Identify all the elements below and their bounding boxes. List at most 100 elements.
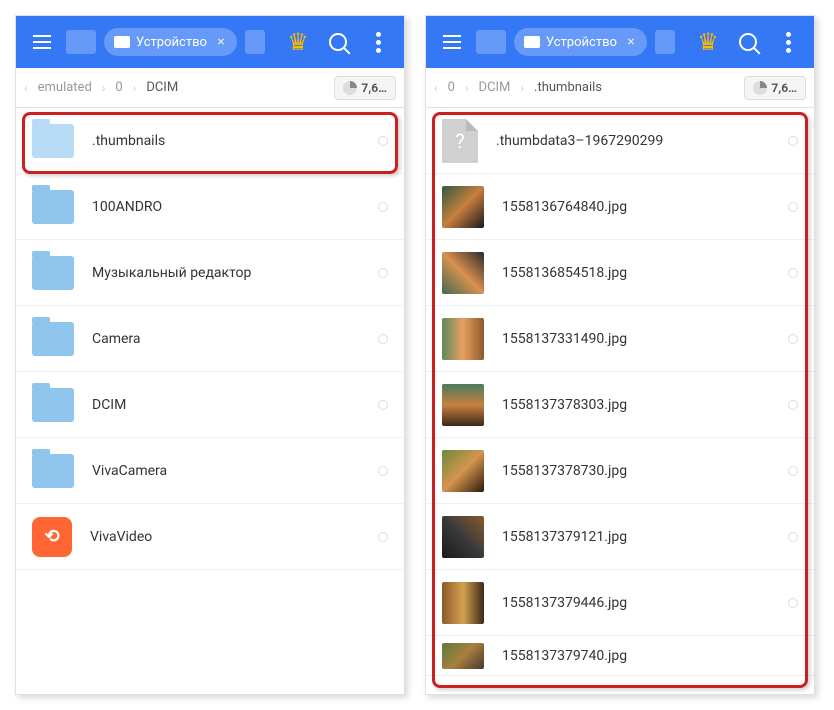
select-check[interactable] bbox=[788, 466, 798, 476]
storage-badge[interactable]: 7,6… bbox=[744, 76, 806, 100]
select-check[interactable] bbox=[788, 532, 798, 542]
menu-button[interactable] bbox=[26, 26, 58, 58]
file-name: DCIM bbox=[92, 397, 360, 413]
select-check[interactable] bbox=[378, 136, 388, 146]
file-item[interactable]: 1558136854518.jpg bbox=[426, 240, 814, 306]
file-name: 1558137379446.jpg bbox=[502, 595, 770, 611]
file-item[interactable]: VivaCamera bbox=[16, 438, 404, 504]
premium-button[interactable]: ♛ bbox=[282, 26, 314, 58]
search-icon bbox=[329, 33, 347, 51]
file-name: 1558137379121.jpg bbox=[502, 529, 770, 545]
file-item[interactable]: Camera bbox=[16, 306, 404, 372]
more-button[interactable] bbox=[772, 26, 804, 58]
select-check[interactable] bbox=[788, 400, 798, 410]
hamburger-icon bbox=[443, 35, 461, 49]
chevron-right-icon: › bbox=[520, 81, 524, 95]
file-item[interactable]: DCIM bbox=[16, 372, 404, 438]
more-icon bbox=[376, 32, 381, 53]
file-name: 1558137379740.jpg bbox=[502, 648, 798, 664]
chevron-right-icon: › bbox=[102, 81, 106, 95]
close-tab-button[interactable]: × bbox=[213, 34, 229, 50]
select-check[interactable] bbox=[378, 202, 388, 212]
select-check[interactable] bbox=[378, 268, 388, 278]
breadcrumb: ‹ emulated › 0 › DCIM 7,6… bbox=[16, 68, 404, 108]
select-check[interactable] bbox=[378, 400, 388, 410]
chevron-left-icon[interactable]: ‹ bbox=[24, 81, 28, 95]
breadcrumb-item[interactable]: DCIM bbox=[146, 80, 178, 95]
header: Устройство × ♛ bbox=[426, 16, 814, 68]
more-button[interactable] bbox=[362, 26, 394, 58]
file-item[interactable]: Музыкальный редактор bbox=[16, 240, 404, 306]
left-screenshot: Устройство × ♛ ‹ emulated › 0 › DCIM 7,6… bbox=[15, 15, 405, 695]
file-item[interactable]: 1558137331490.jpg bbox=[426, 306, 814, 372]
file-item[interactable]: 1558137378730.jpg bbox=[426, 438, 814, 504]
file-item[interactable]: .thumbnails bbox=[16, 108, 404, 174]
pie-icon bbox=[343, 81, 357, 95]
image-thumbnail bbox=[442, 643, 484, 669]
file-list[interactable]: .thumbnails 100ANDRO Музыкальный редакто… bbox=[16, 108, 404, 694]
active-tab[interactable]: Устройство × bbox=[514, 28, 647, 56]
select-check[interactable] bbox=[378, 532, 388, 542]
select-check[interactable] bbox=[378, 334, 388, 344]
search-icon bbox=[739, 33, 757, 51]
right-screenshot: Устройство × ♛ ‹ 0 › DCIM › .thumbnails … bbox=[425, 15, 815, 695]
breadcrumb-item[interactable]: 0 bbox=[448, 80, 455, 95]
select-check[interactable] bbox=[788, 136, 798, 146]
crown-icon: ♛ bbox=[697, 28, 719, 56]
file-name: VivaVideo bbox=[90, 529, 360, 545]
image-thumbnail bbox=[442, 252, 484, 294]
file-item[interactable]: ⟲ VivaVideo bbox=[16, 504, 404, 570]
chevron-right-icon: › bbox=[465, 81, 469, 95]
file-name: .thumbnails bbox=[92, 133, 360, 149]
file-name: 1558136854518.jpg bbox=[502, 265, 770, 281]
hamburger-icon bbox=[33, 35, 51, 49]
search-button[interactable] bbox=[322, 26, 354, 58]
file-item[interactable]: 1558137379740.jpg bbox=[426, 636, 814, 676]
breadcrumb-item[interactable]: 0 bbox=[115, 80, 122, 95]
file-name: 1558137331490.jpg bbox=[502, 331, 770, 347]
file-item[interactable]: 1558137379121.jpg bbox=[426, 504, 814, 570]
chevron-right-icon: › bbox=[133, 81, 137, 95]
breadcrumb-item[interactable]: DCIM bbox=[479, 80, 511, 95]
file-item[interactable]: ? .thumbdata3–1967290299 bbox=[426, 108, 814, 174]
menu-button[interactable] bbox=[436, 26, 468, 58]
file-item[interactable]: 1558137379446.jpg bbox=[426, 570, 814, 636]
breadcrumb: ‹ 0 › DCIM › .thumbnails 7,6… bbox=[426, 68, 814, 108]
device-icon bbox=[524, 36, 540, 48]
image-thumbnail bbox=[442, 318, 484, 360]
file-unknown-icon: ? bbox=[442, 119, 478, 163]
active-tab[interactable]: Устройство × bbox=[104, 28, 237, 56]
select-check[interactable] bbox=[788, 268, 798, 278]
faded-tab[interactable] bbox=[245, 30, 265, 54]
premium-button[interactable]: ♛ bbox=[692, 26, 724, 58]
file-name: 1558137378303.jpg bbox=[502, 397, 770, 413]
folder-icon bbox=[32, 190, 74, 224]
select-check[interactable] bbox=[378, 466, 388, 476]
more-icon bbox=[786, 32, 791, 53]
file-name: Музыкальный редактор bbox=[92, 265, 360, 281]
storage-value: 7,6… bbox=[361, 81, 387, 95]
file-name: 1558136764840.jpg bbox=[502, 199, 770, 215]
file-item[interactable]: 100ANDRO bbox=[16, 174, 404, 240]
image-thumbnail bbox=[442, 516, 484, 558]
close-tab-button[interactable]: × bbox=[623, 34, 639, 50]
select-check[interactable] bbox=[788, 334, 798, 344]
faded-tab[interactable] bbox=[66, 30, 96, 54]
chevron-left-icon[interactable]: ‹ bbox=[434, 81, 438, 95]
crown-icon: ♛ bbox=[287, 28, 309, 56]
image-thumbnail bbox=[442, 450, 484, 492]
faded-tab[interactable] bbox=[655, 30, 675, 54]
select-check[interactable] bbox=[788, 202, 798, 212]
select-check[interactable] bbox=[788, 598, 798, 608]
folder-icon bbox=[32, 256, 74, 290]
folder-icon bbox=[32, 124, 74, 158]
file-item[interactable]: 1558136764840.jpg bbox=[426, 174, 814, 240]
storage-badge[interactable]: 7,6… bbox=[334, 76, 396, 100]
file-item[interactable]: 1558137378303.jpg bbox=[426, 372, 814, 438]
file-list[interactable]: ? .thumbdata3–1967290299 1558136764840.j… bbox=[426, 108, 814, 694]
breadcrumb-item[interactable]: emulated bbox=[38, 80, 92, 95]
breadcrumb-item[interactable]: .thumbnails bbox=[534, 80, 602, 95]
search-button[interactable] bbox=[732, 26, 764, 58]
image-thumbnail bbox=[442, 186, 484, 228]
faded-tab[interactable] bbox=[476, 30, 506, 54]
